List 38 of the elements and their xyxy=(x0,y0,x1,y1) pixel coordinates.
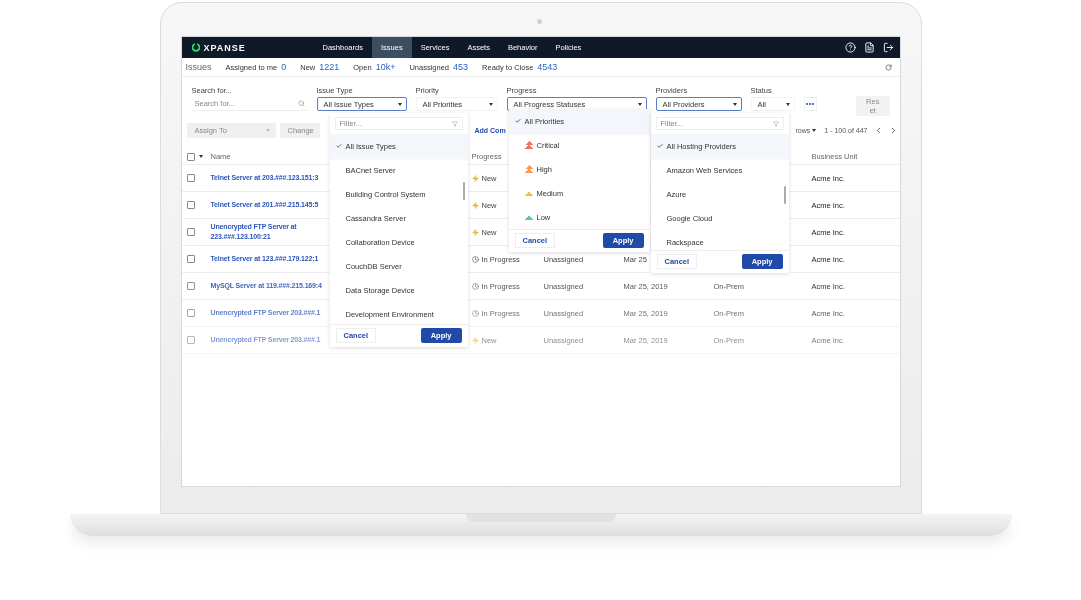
clock-icon xyxy=(471,282,479,290)
row-checkbox[interactable] xyxy=(186,228,195,236)
stat-value[interactable]: 0 xyxy=(281,62,287,72)
check-icon xyxy=(656,143,663,149)
row-checkbox[interactable] xyxy=(186,309,195,317)
refresh-icon[interactable] xyxy=(884,63,892,71)
camera-dot xyxy=(536,19,542,24)
row-checkbox[interactable] xyxy=(186,282,195,290)
document-icon[interactable] xyxy=(863,42,875,53)
row-checkbox[interactable] xyxy=(186,201,195,209)
scrollbar[interactable] xyxy=(462,182,465,200)
row-checkbox[interactable] xyxy=(186,174,195,182)
bolt-icon xyxy=(471,201,479,209)
bolt-icon xyxy=(471,228,479,236)
stat-value[interactable]: 4543 xyxy=(537,62,558,72)
check-icon xyxy=(514,118,521,124)
stat-value[interactable]: 10k+ xyxy=(375,62,396,72)
logo-icon xyxy=(191,43,200,52)
page-title: Issues xyxy=(185,62,212,72)
search-icon xyxy=(297,100,305,107)
select-all-checkbox[interactable] xyxy=(186,152,195,161)
stat-value[interactable]: 1221 xyxy=(319,62,340,72)
caret-icon[interactable] xyxy=(198,155,203,158)
logout-icon[interactable] xyxy=(882,42,894,53)
filter-icon xyxy=(451,120,458,127)
stat-value[interactable]: 453 xyxy=(453,62,469,72)
row-checkbox[interactable] xyxy=(186,255,195,263)
clock-icon xyxy=(471,309,479,317)
logo-text: XPANSE xyxy=(203,42,246,53)
clock-icon xyxy=(471,255,479,263)
bolt-icon xyxy=(471,336,479,344)
scrollbar[interactable] xyxy=(783,186,786,204)
more-button[interactable] xyxy=(803,97,818,111)
check-icon xyxy=(335,143,342,149)
help-icon[interactable] xyxy=(844,42,856,53)
filter-icon xyxy=(772,120,779,127)
row-checkbox[interactable] xyxy=(186,336,195,344)
bolt-icon xyxy=(471,174,479,182)
